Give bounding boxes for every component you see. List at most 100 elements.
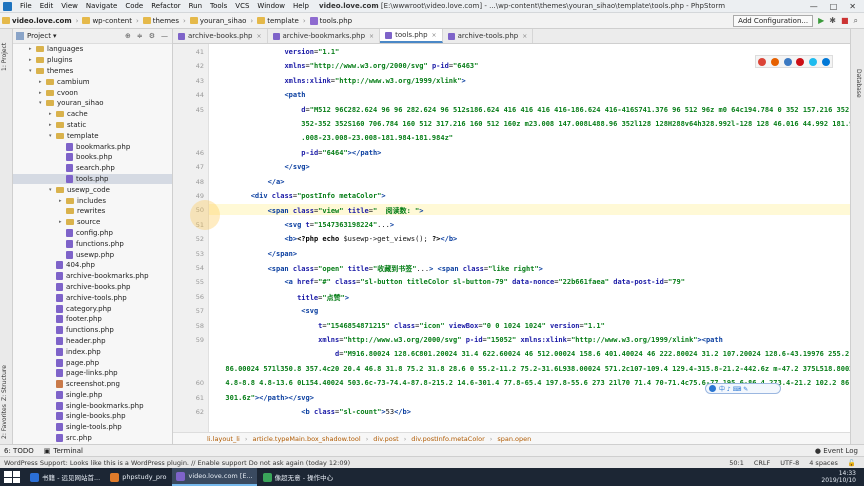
editor-tab[interactable]: archive-bookmarks.php × [268,29,381,43]
tree-file[interactable]: tools.php [13,173,172,185]
tree-folder[interactable]: ▸ source [13,217,172,228]
collapse-icon[interactable]: ≑ [137,32,143,40]
tree-file[interactable]: single-bookmarks.php [13,400,172,411]
menu-file[interactable]: File [16,2,36,10]
menu-tools[interactable]: Tools [206,2,231,10]
ime-mode[interactable]: 中 ♪ ⌨ ✎ [719,384,748,393]
chrome-icon[interactable] [758,57,767,66]
database-tool-button[interactable]: Database [855,69,862,98]
tree-file[interactable]: category.php [13,303,172,314]
close-tab-icon[interactable]: × [369,33,374,40]
debug-icon[interactable]: ✱ [829,16,836,25]
tree-file[interactable]: books.php [13,152,172,163]
breadcrumb-item[interactable]: span.open [497,435,531,443]
breadcrumb-item[interactable]: div.post [373,435,398,443]
menu-refactor[interactable]: Refactor [147,2,184,10]
menu-code[interactable]: Code [121,2,147,10]
code-line[interactable]: </span> [217,250,298,258]
tree-folder[interactable]: ▸ static [13,120,172,131]
tree-folder[interactable]: ▸ cvoon [13,87,172,98]
run-icon[interactable]: ▶ [818,16,824,25]
hide-icon[interactable]: — [161,32,168,40]
code-line[interactable]: <svg [217,307,318,315]
nav-crumb-themes[interactable]: themes [141,17,181,25]
editor-tab[interactable]: archive-books.php × [173,29,268,43]
nav-crumb-youran-sihao[interactable]: youran_sihao [188,17,249,25]
tree-folder[interactable]: ▾ usewp_code [13,184,172,195]
menu-run[interactable]: Run [185,2,206,10]
code-line[interactable]: <svg t="1547363198224"...> [217,221,394,229]
code-line[interactable]: version="1.1" [217,48,339,56]
terminal-icon[interactable]: ▣ [44,447,51,455]
tree-file[interactable]: page.php [13,357,172,368]
terminal-tool-button[interactable]: Terminal [53,447,83,455]
firefox-icon[interactable] [770,57,779,66]
chevron-down-icon[interactable]: ▾ [29,68,36,74]
nav-crumb-template[interactable]: template [255,17,301,25]
lock-icon[interactable]: 🔓 [848,459,856,467]
code-line[interactable]: <div class="postInfo metaColor"> [217,192,386,200]
status-message[interactable]: WordPress Support: Looks like this is a … [4,459,350,467]
tree-folder[interactable]: ▸ languages [13,44,172,55]
menu-view[interactable]: View [57,2,82,10]
tree-file[interactable]: archive-tools.php [13,292,172,303]
close-tab-icon[interactable]: × [256,33,261,40]
tree-file[interactable]: src.php [13,433,172,444]
add-configuration-button[interactable]: Add Configuration... [733,14,814,27]
taskbar-app[interactable]: phpstudy_pro [106,468,170,486]
tree-folder[interactable]: ▾ themes [13,66,172,77]
close-tab-icon[interactable]: × [522,33,527,40]
edge-icon[interactable] [821,57,830,66]
taskbar-app[interactable]: 像超无意 - 操作中心 [259,468,337,486]
close-tab-icon[interactable]: × [432,32,437,39]
tree-folder[interactable]: rewrites [13,206,172,217]
chevron-right-icon[interactable]: ▸ [39,79,46,85]
gear-icon[interactable]: ⚙ [149,32,155,40]
chevron-right-icon[interactable]: ▸ [49,122,56,128]
code-line[interactable]: <span class="open" title="收藏到书签"...> <sp… [217,264,543,274]
code-line[interactable]: 352-352 352S160 706.784 160 512 317.216 … [217,120,850,128]
code-line[interactable]: title="点赞"> [217,293,349,303]
code-line[interactable]: <path [217,91,305,99]
tree-file[interactable]: index.php [13,346,172,357]
code-line[interactable]: t="1546854871215" class="icon" viewBox="… [217,322,605,330]
code-line[interactable]: </a> [217,178,285,186]
code-line[interactable]: .008-23.008-23.008-181.984-181.984z" [217,134,453,142]
tree-file[interactable]: screenshot.png [13,379,172,390]
tree-file[interactable]: archive-books.php [13,282,172,293]
taskbar-app[interactable]: 书籍 - 远见网站首... [26,468,104,486]
search-icon[interactable]: ⌕ [854,16,858,26]
tree-file[interactable]: functions.php [13,325,172,336]
line-separator[interactable]: CRLF [754,459,770,467]
opera-icon[interactable] [796,57,805,66]
menu-navigate[interactable]: Navigate [82,2,121,10]
editor-tab[interactable]: tools.php × [380,29,443,43]
tree-file[interactable]: bookmarks.php [13,141,172,152]
code-line[interactable]: 86.00024 571l350.8 357.4c20 20.4 46.8 31… [217,365,850,373]
breadcrumb-item[interactable]: li.layout_li [207,435,240,443]
structure-tool-button[interactable]: Z: Structure [1,365,8,401]
menu-help[interactable]: Help [289,2,313,10]
chevron-down-icon[interactable]: ▾ [49,187,56,193]
tree-file[interactable]: usewp.php [13,249,172,260]
stop-icon[interactable]: ■ [841,16,849,25]
code-line[interactable]: xmlns="http://www.w3.org/2000/svg" p-id=… [217,336,723,344]
project-panel-title[interactable]: Project [27,32,51,40]
tree-file[interactable]: functions.php [13,238,172,249]
chevron-right-icon[interactable]: ▸ [39,90,46,96]
chevron-right-icon[interactable]: ▸ [59,198,66,204]
chevron-down-icon[interactable]: ▾ [49,133,56,139]
tree-folder[interactable]: ▸ cambium [13,76,172,87]
nav-crumb-file[interactable]: tools.php [308,16,354,25]
tree-folder[interactable]: ▾ template [13,130,172,141]
code-line[interactable]: xmlns="http://www.w3.org/2000/svg" p-id=… [217,62,478,70]
chevron-right-icon[interactable]: ▸ [49,111,56,117]
menu-window[interactable]: Window [253,2,289,10]
project-tool-button[interactable]: 1: Project [1,43,8,71]
tree-folder[interactable]: ▸ cache [13,109,172,120]
tree-file[interactable]: 404.php [13,260,172,271]
tree-folder[interactable]: ▸ plugins [13,55,172,66]
tree-folder[interactable]: ▾ youran_sihao [13,98,172,109]
code-line[interactable]: <a href="#" class="sl-button titleColor … [217,278,684,286]
ime-toolbar[interactable]: 中 ♪ ⌨ ✎ [705,383,781,394]
